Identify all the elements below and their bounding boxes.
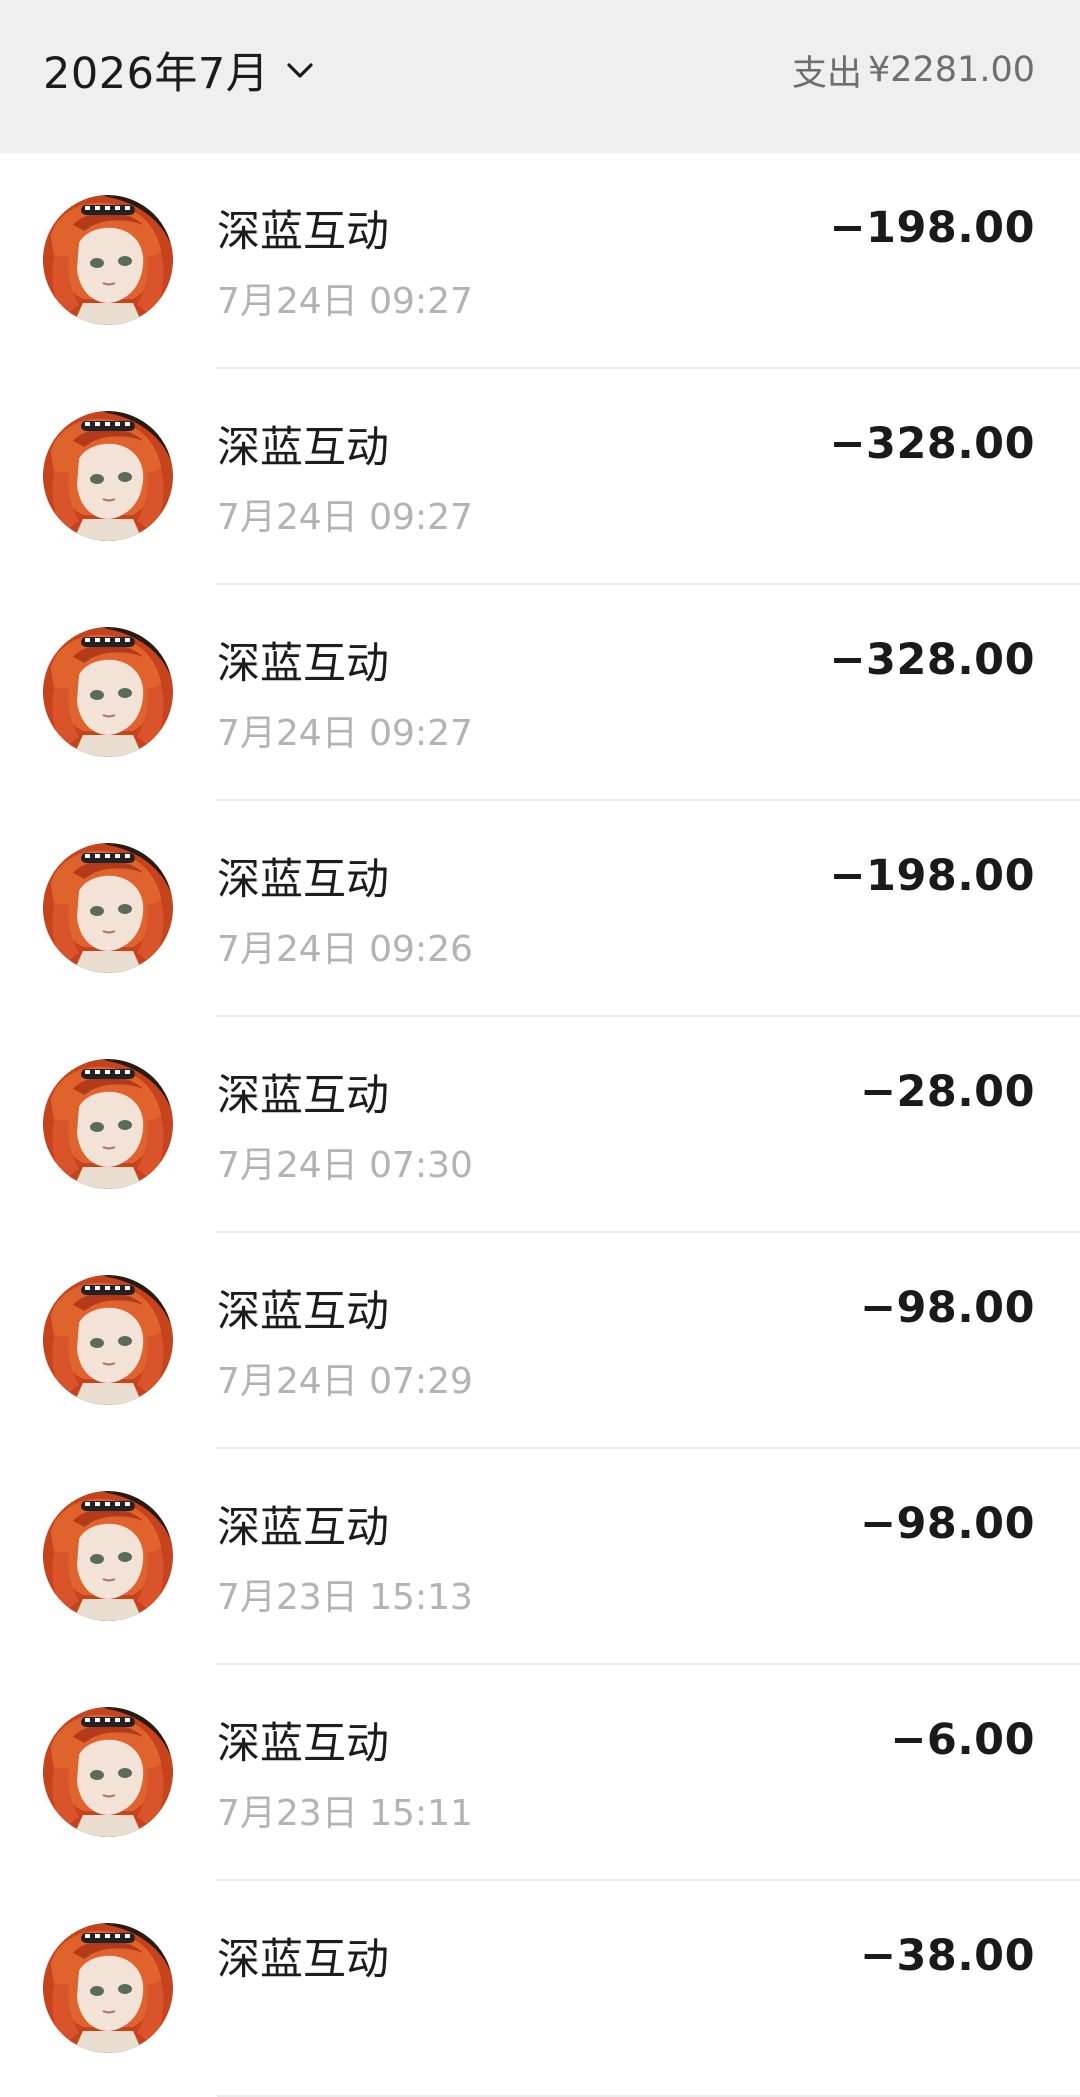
transaction-amount: −98.00	[859, 1499, 1035, 1549]
merchant-avatar	[43, 1059, 173, 1189]
transaction-amount: −98.00	[859, 1283, 1035, 1333]
transaction-time: 7月23日 15:11	[217, 1793, 473, 1834]
merchant-avatar	[43, 843, 173, 973]
transaction-row[interactable]: 深蓝互动 7月24日 09:27 −198.00	[0, 153, 1080, 369]
transaction-time: 7月24日 07:29	[217, 1361, 473, 1402]
transaction-row[interactable]: 深蓝互动 7月23日 15:13 −98.00	[0, 1449, 1080, 1665]
transaction-list: 深蓝互动 7月24日 09:27 −198.00 深蓝互动 7月24日 09:2…	[0, 153, 1080, 2097]
transaction-row[interactable]: 深蓝互动 7月23日 15:11 −6.00	[0, 1665, 1080, 1881]
transaction-amount: −6.00	[890, 1715, 1035, 1765]
merchant-avatar	[43, 195, 173, 325]
merchant-name: 深蓝互动	[217, 1935, 389, 1985]
expense-summary-amount: ¥2281.00	[867, 50, 1035, 90]
merchant-name: 深蓝互动	[217, 423, 389, 473]
merchant-name: 深蓝互动	[217, 1287, 389, 1337]
expense-summary: 支出 ¥2281.00	[792, 48, 1035, 94]
merchant-avatar	[43, 1275, 173, 1405]
merchant-avatar	[43, 1707, 173, 1837]
transaction-amount: −28.00	[859, 1067, 1035, 1117]
merchant-name: 深蓝互动	[217, 1719, 389, 1769]
merchant-avatar	[43, 411, 173, 541]
transaction-amount: −328.00	[829, 635, 1035, 685]
transaction-row[interactable]: 深蓝互动 7月24日 09:26 −198.00	[0, 801, 1080, 1017]
merchant-avatar	[43, 1923, 173, 2053]
transaction-time: 7月24日 07:30	[217, 1145, 473, 1186]
transaction-row[interactable]: 深蓝互动 7月24日 09:27 −328.00	[0, 369, 1080, 585]
transaction-amount: −198.00	[829, 203, 1035, 253]
transaction-time: 7月24日 09:27	[217, 713, 473, 754]
merchant-avatar	[43, 627, 173, 757]
transaction-time: 7月24日 09:27	[217, 497, 473, 538]
transaction-row[interactable]: 深蓝互动 −38.00	[0, 1881, 1080, 2097]
transaction-time: 7月24日 09:27	[217, 281, 473, 322]
merchant-name: 深蓝互动	[217, 855, 389, 905]
expense-summary-label: 支出	[791, 53, 862, 94]
merchant-name: 深蓝互动	[217, 1071, 389, 1121]
month-label: 2026年7月	[43, 49, 270, 99]
transaction-row[interactable]: 深蓝互动 7月24日 07:29 −98.00	[0, 1233, 1080, 1449]
transaction-time: 7月23日 15:13	[217, 1577, 473, 1618]
transaction-row[interactable]: 深蓝互动 7月24日 09:27 −328.00	[0, 585, 1080, 801]
merchant-name: 深蓝互动	[217, 639, 389, 689]
merchant-avatar	[43, 1491, 173, 1621]
merchant-name: 深蓝互动	[217, 207, 389, 257]
chevron-down-icon	[283, 53, 317, 87]
transaction-amount: −198.00	[829, 851, 1035, 901]
transaction-time: 7月24日 09:26	[217, 929, 473, 970]
transaction-amount: −328.00	[829, 419, 1035, 469]
transaction-amount: −38.00	[859, 1931, 1035, 1981]
transaction-row[interactable]: 深蓝互动 7月24日 07:30 −28.00	[0, 1017, 1080, 1233]
header: 2026年7月 支出 ¥2281.00	[0, 0, 1080, 153]
merchant-name: 深蓝互动	[217, 1503, 389, 1553]
month-selector[interactable]: 2026年7月	[43, 40, 317, 100]
